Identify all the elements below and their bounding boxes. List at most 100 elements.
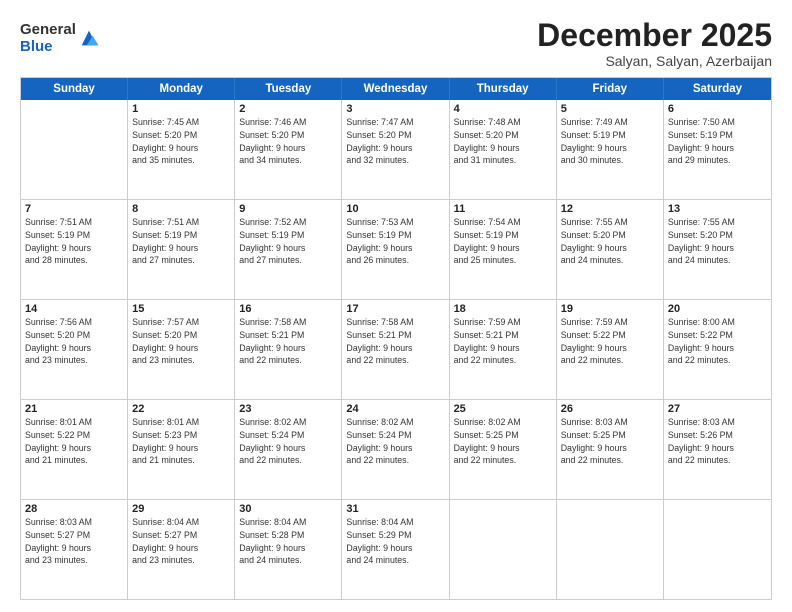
day-info: Sunrise: 7:55 AM Sunset: 5:20 PM Dayligh…	[561, 216, 659, 267]
day-number: 10	[346, 203, 444, 215]
calendar-cell: 19Sunrise: 7:59 AM Sunset: 5:22 PM Dayli…	[557, 300, 664, 399]
day-number: 15	[132, 303, 230, 315]
day-info: Sunrise: 8:03 AM Sunset: 5:27 PM Dayligh…	[25, 516, 123, 567]
header: General Blue December 2025 Salyan, Salya…	[20, 18, 772, 69]
day-info: Sunrise: 8:04 AM Sunset: 5:27 PM Dayligh…	[132, 516, 230, 567]
day-number: 20	[668, 303, 767, 315]
day-number: 27	[668, 403, 767, 415]
calendar-cell: 28Sunrise: 8:03 AM Sunset: 5:27 PM Dayli…	[21, 500, 128, 599]
calendar-cell: 4Sunrise: 7:48 AM Sunset: 5:20 PM Daylig…	[450, 100, 557, 199]
day-info: Sunrise: 7:48 AM Sunset: 5:20 PM Dayligh…	[454, 116, 552, 167]
day-info: Sunrise: 7:56 AM Sunset: 5:20 PM Dayligh…	[25, 316, 123, 367]
day-number: 13	[668, 203, 767, 215]
calendar-row: 7 Sunrise: 7:51 AM Sunset: 5:19 PM Daylig…	[21, 199, 771, 299]
calendar-row: 28Sunrise: 8:03 AM Sunset: 5:27 PM Dayli…	[21, 499, 771, 599]
calendar-cell: 7Sunrise: 7:51 AM Sunset: 5:19 PM Daylig…	[21, 200, 128, 299]
day-number: 24	[346, 403, 444, 415]
calendar-cell: 24Sunrise: 8:02 AM Sunset: 5:24 PM Dayli…	[342, 400, 449, 499]
day-info: Sunrise: 8:02 AM Sunset: 5:24 PM Dayligh…	[346, 416, 444, 467]
logo: General Blue	[20, 22, 100, 55]
day-info: Sunrise: 7:53 AM Sunset: 5:19 PM Dayligh…	[346, 216, 444, 267]
day-info: Sunrise: 8:04 AM Sunset: 5:28 PM Dayligh…	[239, 516, 337, 567]
day-info: Sunrise: 7:50 AM Sunset: 5:19 PM Dayligh…	[668, 116, 767, 167]
day-info: Sunrise: 7:46 AM Sunset: 5:20 PM Dayligh…	[239, 116, 337, 167]
day-number: 7	[25, 203, 123, 215]
title-block: December 2025 Salyan, Salyan, Azerbaijan	[537, 18, 772, 69]
day-number: 17	[346, 303, 444, 315]
month-title: December 2025	[537, 18, 772, 53]
calendar-cell: 11Sunrise: 7:54 AM Sunset: 5:19 PM Dayli…	[450, 200, 557, 299]
day-info: Sunrise: 8:03 AM Sunset: 5:25 PM Dayligh…	[561, 416, 659, 467]
calendar-cell: 23Sunrise: 8:02 AM Sunset: 5:24 PM Dayli…	[235, 400, 342, 499]
calendar: SundayMondayTuesdayWednesdayThursdayFrid…	[20, 77, 772, 600]
day-number: 14	[25, 303, 123, 315]
day-number: 3	[346, 103, 444, 115]
weekday-header: Wednesday	[342, 78, 449, 100]
day-info: Sunrise: 8:04 AM Sunset: 5:29 PM Dayligh…	[346, 516, 444, 567]
calendar-cell: 30Sunrise: 8:04 AM Sunset: 5:28 PM Dayli…	[235, 500, 342, 599]
day-number: 12	[561, 203, 659, 215]
calendar-cell: 10Sunrise: 7:53 AM Sunset: 5:19 PM Dayli…	[342, 200, 449, 299]
calendar-cell: 18Sunrise: 7:59 AM Sunset: 5:21 PM Dayli…	[450, 300, 557, 399]
calendar-cell: 6Sunrise: 7:50 AM Sunset: 5:19 PM Daylig…	[664, 100, 771, 199]
calendar-cell	[21, 100, 128, 199]
day-number: 16	[239, 303, 337, 315]
day-info: Sunrise: 7:52 AM Sunset: 5:19 PM Dayligh…	[239, 216, 337, 267]
day-number: 30	[239, 503, 337, 515]
calendar-cell	[450, 500, 557, 599]
weekday-header: Monday	[128, 78, 235, 100]
calendar-cell: 2Sunrise: 7:46 AM Sunset: 5:20 PM Daylig…	[235, 100, 342, 199]
calendar-row: 1Sunrise: 7:45 AM Sunset: 5:20 PM Daylig…	[21, 100, 771, 199]
calendar-cell: 22Sunrise: 8:01 AM Sunset: 5:23 PM Dayli…	[128, 400, 235, 499]
calendar-cell: 15Sunrise: 7:57 AM Sunset: 5:20 PM Dayli…	[128, 300, 235, 399]
day-info: Sunrise: 8:01 AM Sunset: 5:23 PM Dayligh…	[132, 416, 230, 467]
weekday-header: Sunday	[21, 78, 128, 100]
day-info: Sunrise: 7:55 AM Sunset: 5:20 PM Dayligh…	[668, 216, 767, 267]
calendar-row: 14Sunrise: 7:56 AM Sunset: 5:20 PM Dayli…	[21, 299, 771, 399]
day-number: 1	[132, 103, 230, 115]
day-info: Sunrise: 7:47 AM Sunset: 5:20 PM Dayligh…	[346, 116, 444, 167]
day-number: 19	[561, 303, 659, 315]
calendar-cell: 17Sunrise: 7:58 AM Sunset: 5:21 PM Dayli…	[342, 300, 449, 399]
day-number: 11	[454, 203, 552, 215]
calendar-cell: 5Sunrise: 7:49 AM Sunset: 5:19 PM Daylig…	[557, 100, 664, 199]
calendar-cell: 29Sunrise: 8:04 AM Sunset: 5:27 PM Dayli…	[128, 500, 235, 599]
day-number: 5	[561, 103, 659, 115]
day-info: Sunrise: 8:03 AM Sunset: 5:26 PM Dayligh…	[668, 416, 767, 467]
day-info: Sunrise: 8:00 AM Sunset: 5:22 PM Dayligh…	[668, 316, 767, 367]
logo-blue: Blue	[20, 39, 76, 56]
day-info: Sunrise: 7:45 AM Sunset: 5:20 PM Dayligh…	[132, 116, 230, 167]
day-info: Sunrise: 7:49 AM Sunset: 5:19 PM Dayligh…	[561, 116, 659, 167]
calendar-cell: 14Sunrise: 7:56 AM Sunset: 5:20 PM Dayli…	[21, 300, 128, 399]
calendar-cell: 26Sunrise: 8:03 AM Sunset: 5:25 PM Dayli…	[557, 400, 664, 499]
day-info: Sunrise: 8:01 AM Sunset: 5:22 PM Dayligh…	[25, 416, 123, 467]
subtitle: Salyan, Salyan, Azerbaijan	[537, 53, 772, 69]
day-info: Sunrise: 7:57 AM Sunset: 5:20 PM Dayligh…	[132, 316, 230, 367]
weekday-header: Saturday	[664, 78, 771, 100]
day-number: 23	[239, 403, 337, 415]
day-info: Sunrise: 8:02 AM Sunset: 5:24 PM Dayligh…	[239, 416, 337, 467]
day-number: 31	[346, 503, 444, 515]
calendar-cell: 20Sunrise: 8:00 AM Sunset: 5:22 PM Dayli…	[664, 300, 771, 399]
day-number: 26	[561, 403, 659, 415]
calendar-cell: 1Sunrise: 7:45 AM Sunset: 5:20 PM Daylig…	[128, 100, 235, 199]
logo-icon	[78, 27, 100, 49]
day-info: Sunrise: 7:51 AM Sunset: 5:19 PM Dayligh…	[132, 216, 230, 267]
page: General Blue December 2025 Salyan, Salya…	[0, 0, 792, 612]
day-number: 28	[25, 503, 123, 515]
calendar-cell: 21Sunrise: 8:01 AM Sunset: 5:22 PM Dayli…	[21, 400, 128, 499]
calendar-cell: 16Sunrise: 7:58 AM Sunset: 5:21 PM Dayli…	[235, 300, 342, 399]
day-number: 2	[239, 103, 337, 115]
calendar-body: 1Sunrise: 7:45 AM Sunset: 5:20 PM Daylig…	[21, 100, 771, 599]
calendar-cell	[557, 500, 664, 599]
weekday-header: Thursday	[450, 78, 557, 100]
calendar-header: SundayMondayTuesdayWednesdayThursdayFrid…	[21, 78, 771, 100]
day-number: 8	[132, 203, 230, 215]
day-number: 25	[454, 403, 552, 415]
calendar-cell: 31Sunrise: 8:04 AM Sunset: 5:29 PM Dayli…	[342, 500, 449, 599]
calendar-cell: 12Sunrise: 7:55 AM Sunset: 5:20 PM Dayli…	[557, 200, 664, 299]
logo-general: General	[20, 22, 76, 39]
calendar-cell: 25Sunrise: 8:02 AM Sunset: 5:25 PM Dayli…	[450, 400, 557, 499]
day-number: 6	[668, 103, 767, 115]
day-number: 21	[25, 403, 123, 415]
